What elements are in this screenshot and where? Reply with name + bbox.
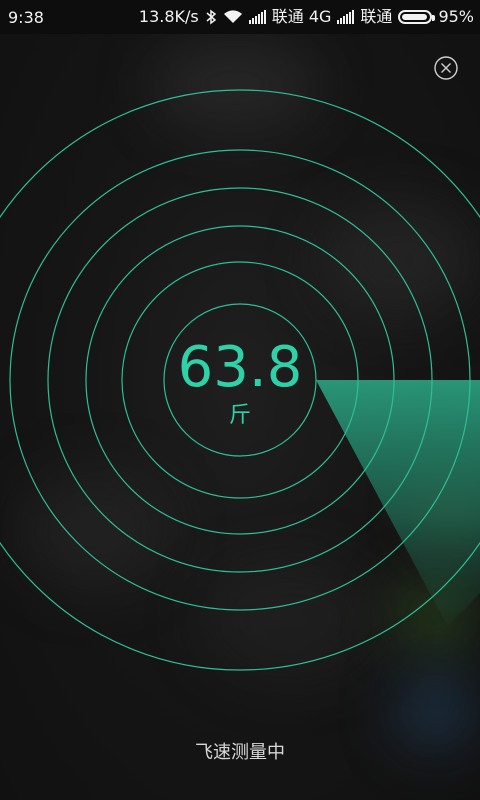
measuring-status: 飞速测量中 (195, 742, 285, 763)
radar-sweep (316, 380, 480, 625)
status-time: 9:38 (8, 8, 44, 27)
radar-graphic (0, 89, 480, 671)
weight-unit: 斤 (228, 403, 251, 428)
status-bar: 9:38 13.8K/s 联通 4G 联通 95% (0, 0, 480, 34)
close-icon (434, 56, 458, 80)
status-indicators: 13.8K/s 联通 4G 联通 95% (139, 8, 474, 26)
bluetooth-icon (206, 9, 216, 25)
carrier-1: 联通 4G (271, 7, 332, 26)
battery-percent: 95% (438, 7, 474, 26)
network-speed: 13.8K/s (138, 7, 199, 26)
signal-icon (337, 10, 355, 24)
close-button[interactable] (434, 56, 458, 80)
scale-screen: 9:38 13.8K/s 联通 4G 联通 95% 63.8 斤 飞速测量中 (0, 0, 480, 800)
weight-value: 63.8 (177, 335, 303, 400)
wifi-icon (223, 10, 242, 23)
signal-icon (248, 10, 266, 24)
battery-icon (398, 10, 436, 24)
carrier-2: 联通 (360, 7, 393, 26)
